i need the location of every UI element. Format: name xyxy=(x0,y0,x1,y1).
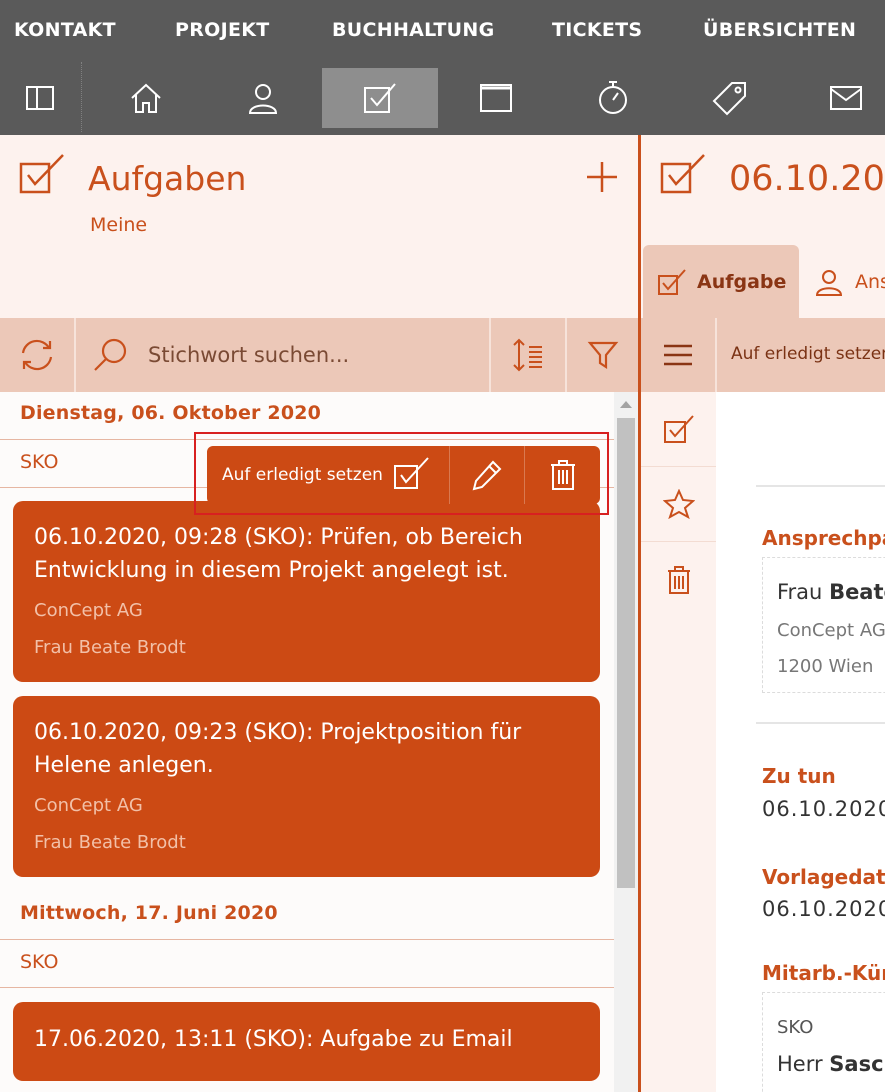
contacts-button[interactable] xyxy=(205,68,321,128)
contact-name: Frau Beate Brodt xyxy=(777,580,885,604)
filter-subtitle[interactable]: Meine xyxy=(90,214,147,236)
date-label: Mittwoch, 17. Juni 2020 xyxy=(20,902,278,924)
sidebar-toggle-button[interactable] xyxy=(0,68,80,128)
star-icon xyxy=(662,489,695,519)
date-label: Dienstag, 06. Oktober 2020 xyxy=(20,402,322,424)
sidebar-toggle-icon xyxy=(26,86,54,110)
divider xyxy=(756,485,885,487)
user-label: SKO xyxy=(20,951,59,973)
task-text: 06.10.2020, 09:23 (SKO): Projektposition… xyxy=(34,720,522,778)
delete-side-button[interactable] xyxy=(641,542,716,617)
task-text: 06.10.2020, 09:28 (SKO): Prüfen, ob Bere… xyxy=(34,525,523,583)
task-company: ConCept AG xyxy=(34,600,143,621)
calendar-icon xyxy=(480,84,512,112)
refresh-button[interactable] xyxy=(0,318,74,392)
scroll-up-icon[interactable] xyxy=(620,401,632,408)
task-card[interactable]: 06.10.2020, 09:23 (SKO): Projektposition… xyxy=(13,696,600,877)
staff-name: Herr Sascha xyxy=(777,1052,885,1076)
divider xyxy=(756,722,885,724)
user-icon xyxy=(248,84,278,114)
sort-button[interactable] xyxy=(491,318,565,392)
task-list-header: Aufgaben Meine xyxy=(0,135,638,318)
filter-button[interactable] xyxy=(567,318,638,392)
page-title: Aufgaben xyxy=(88,159,247,198)
contact-label: Ansprechpartner xyxy=(762,526,885,550)
tasks-icon xyxy=(660,154,705,194)
task-list-scrollbar[interactable] xyxy=(614,392,638,1092)
search-input[interactable] xyxy=(148,340,478,370)
sort-icon xyxy=(513,338,542,372)
stopwatch-icon xyxy=(599,81,627,114)
detail-side-actions xyxy=(641,392,716,1092)
staff-label: Mitarb.-Kürzel xyxy=(762,961,885,985)
hamburger-icon xyxy=(664,344,692,366)
refresh-icon xyxy=(21,339,53,371)
tags-button[interactable] xyxy=(672,68,788,128)
calendar-button[interactable] xyxy=(438,68,554,128)
add-task-button[interactable] xyxy=(584,159,620,195)
mark-done-side-button[interactable] xyxy=(641,392,716,467)
todo-date: 06.10.2020 xyxy=(762,797,885,821)
contact-box[interactable]: Frau Beate Brodt ConCept AG 1200 Wien xyxy=(762,557,885,693)
search-icon xyxy=(94,338,127,371)
menu-kontakt[interactable]: KONTAKT xyxy=(14,19,116,41)
home-icon xyxy=(131,83,161,113)
tab-label: Ansprechpartner xyxy=(855,270,885,293)
task-text: 17.06.2020, 13:11 (SKO): Aufgabe zu Emai… xyxy=(34,1027,513,1052)
task-company: ConCept AG xyxy=(34,795,143,816)
time-tracking-button[interactable] xyxy=(555,68,671,128)
tasks-icon xyxy=(364,83,396,113)
favorite-button[interactable] xyxy=(641,467,716,542)
task-contact: Frau Beate Brodt xyxy=(34,637,186,658)
menu-tickets[interactable]: TICKETS xyxy=(552,19,642,41)
menu-button[interactable] xyxy=(641,318,715,392)
highlight-frame xyxy=(194,432,609,515)
staff-short: SKO xyxy=(777,1017,814,1038)
template-date: 06.10.2020 xyxy=(762,897,885,921)
filter-icon xyxy=(587,341,618,370)
main-menu-bar: KONTAKT PROJEKT BUCHHALTUNG TICKETS ÜBER… xyxy=(0,0,885,60)
todo-label: Zu tun xyxy=(762,764,836,788)
mail-icon xyxy=(830,86,862,110)
tab-ansprechpartner[interactable]: Ansprechpartner xyxy=(815,245,885,318)
task-detail-toolbar: Auf erledigt setzen xyxy=(641,318,885,392)
toolbar-separator xyxy=(74,318,76,392)
task-detail-content: Ansprechpartner Frau Beate Brodt ConCept… xyxy=(716,392,885,1092)
menu-buchhaltung[interactable]: BUCHHALTUNG xyxy=(332,19,495,41)
home-button[interactable] xyxy=(88,68,204,128)
tasks-icon xyxy=(19,154,64,194)
tasks-button[interactable] xyxy=(322,68,438,128)
tasks-icon xyxy=(658,268,686,295)
staff-box[interactable]: SKO Herr Sascha xyxy=(762,992,885,1092)
toolbar-separator xyxy=(715,318,717,392)
mail-button[interactable] xyxy=(788,68,885,128)
checkbox-icon xyxy=(663,415,694,443)
menu-projekt[interactable]: PROJEKT xyxy=(175,19,270,41)
date-group-header: Mittwoch, 17. Juni 2020 xyxy=(0,892,614,940)
module-icon-bar xyxy=(0,60,885,135)
task-detail-header: 06.10.2020 Aufgabe Ansprechpartner xyxy=(641,135,885,318)
contact-company: ConCept AG xyxy=(777,620,885,641)
task-contact: Frau Beate Brodt xyxy=(34,832,186,853)
task-list-toolbar xyxy=(0,318,638,392)
iconbar-separator xyxy=(81,62,82,132)
scrollbar-thumb[interactable] xyxy=(617,418,635,888)
user-icon xyxy=(815,269,843,296)
tab-label: Aufgabe xyxy=(697,270,787,293)
user-group-header: SKO xyxy=(0,940,614,988)
user-label: SKO xyxy=(20,451,59,473)
task-card[interactable]: 17.06.2020, 13:11 (SKO): Aufgabe zu Emai… xyxy=(13,1002,600,1081)
mark-done-action[interactable]: Auf erledigt setzen xyxy=(731,344,885,364)
contact-city: 1200 Wien xyxy=(777,656,874,677)
trash-icon xyxy=(667,565,690,594)
tab-aufgabe[interactable]: Aufgabe xyxy=(643,245,799,318)
task-detail-title: 06.10.2020 xyxy=(729,159,885,199)
menu-uebersichten[interactable]: ÜBERSICHTEN xyxy=(703,19,856,41)
tag-icon xyxy=(712,82,746,116)
task-card[interactable]: 06.10.2020, 09:28 (SKO): Prüfen, ob Bere… xyxy=(13,501,600,682)
template-date-label: Vorlagedatum xyxy=(762,865,885,889)
